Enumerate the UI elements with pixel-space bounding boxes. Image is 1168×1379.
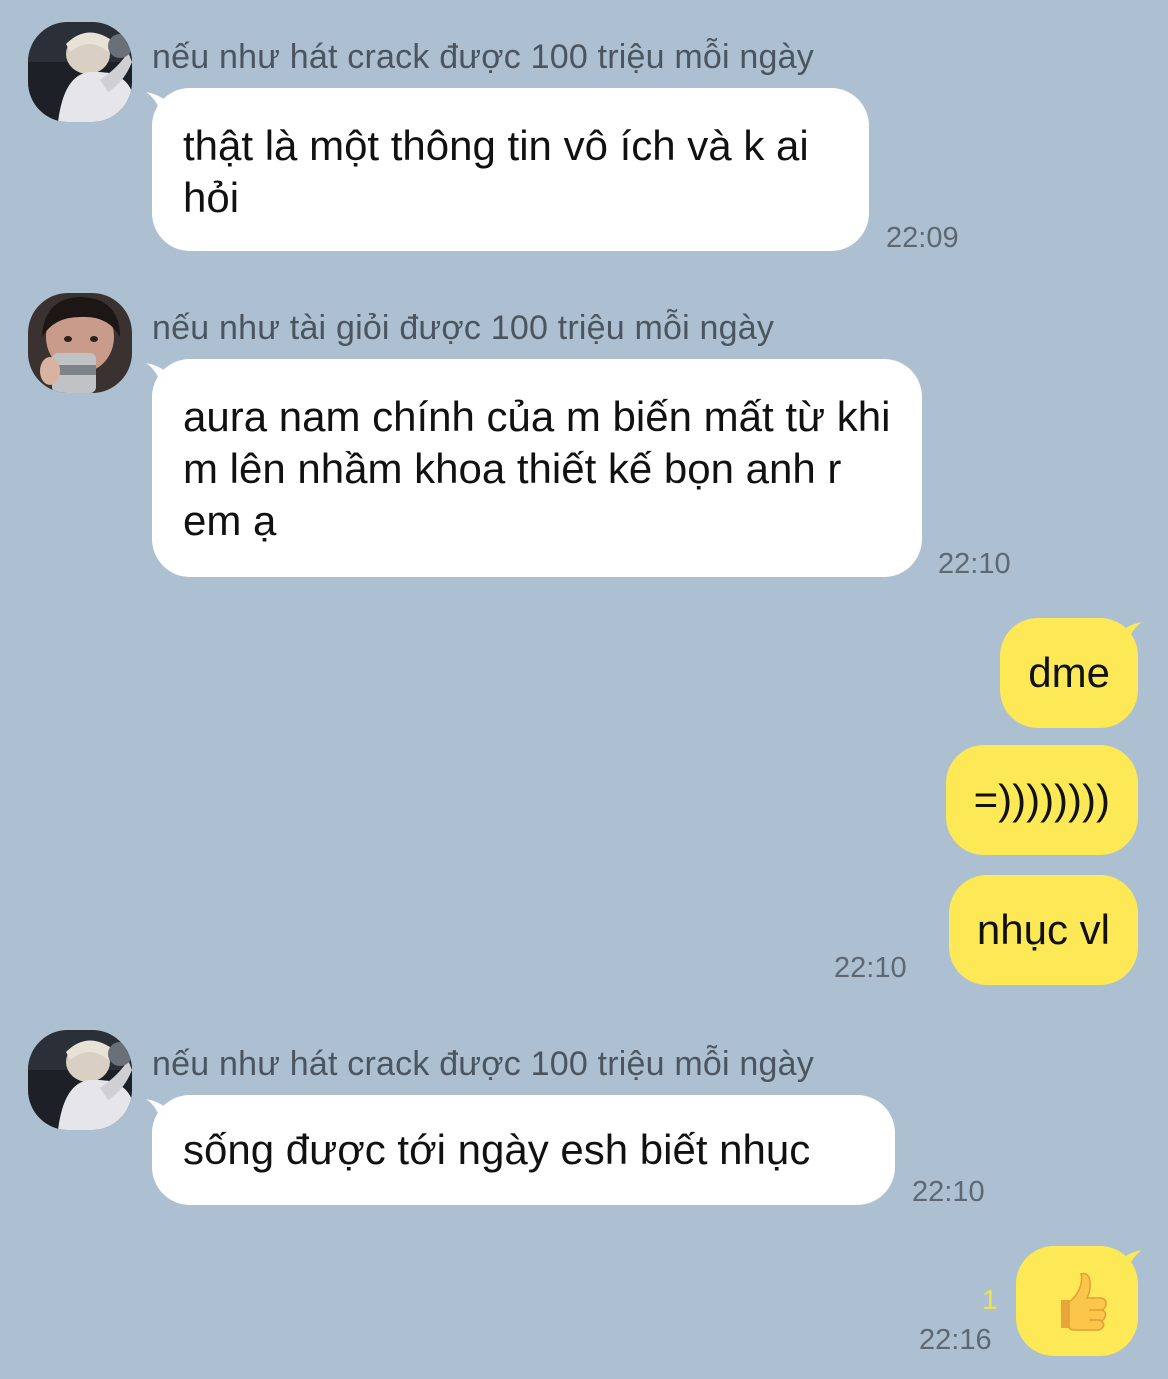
avatar-photo-icon [28,1030,132,1130]
avatar-singer[interactable] [28,22,132,122]
avatar-singer[interactable] [28,1030,132,1130]
read-count: 1 [982,1284,998,1315]
thumbs-up-emoji-icon [1061,1272,1107,1331]
outgoing-message-bubble[interactable]: nhục vl [948,875,1138,985]
message-time: 22:09 [886,222,959,254]
outgoing-message-bubble[interactable]: =)))))))) [945,745,1138,855]
avatar-photo-icon [28,293,132,393]
sender-name: nếu như hát crack được 100 triệu mỗi ngà… [152,1045,814,1083]
message-time: 22:10 [912,1176,985,1208]
message-time: 22:10 [834,952,907,984]
sender-name: nếu như tài giỏi được 100 triệu mỗi ngày [152,309,775,347]
outgoing-message-bubble[interactable]: dme [1000,618,1138,728]
message-time: 22:16 [919,1324,992,1356]
avatar-talented[interactable] [28,293,132,393]
message-bubble[interactable]: sống được tới ngày esh biết nhục [152,1095,895,1205]
chat-view: nếu như hát crack được 100 triệu mỗi ngà… [0,0,1168,1379]
message-bubble[interactable]: aura nam chính của m biến mất từ khi m l… [152,359,922,577]
message-bubble[interactable]: thật là một thông tin vô ích và k ai hỏi [152,88,869,251]
outgoing-reaction-bubble[interactable] [1016,1246,1138,1356]
message-time: 22:10 [938,548,1011,580]
sender-name: nếu như hát crack được 100 triệu mỗi ngà… [152,38,814,76]
avatar-photo-icon [28,22,132,122]
